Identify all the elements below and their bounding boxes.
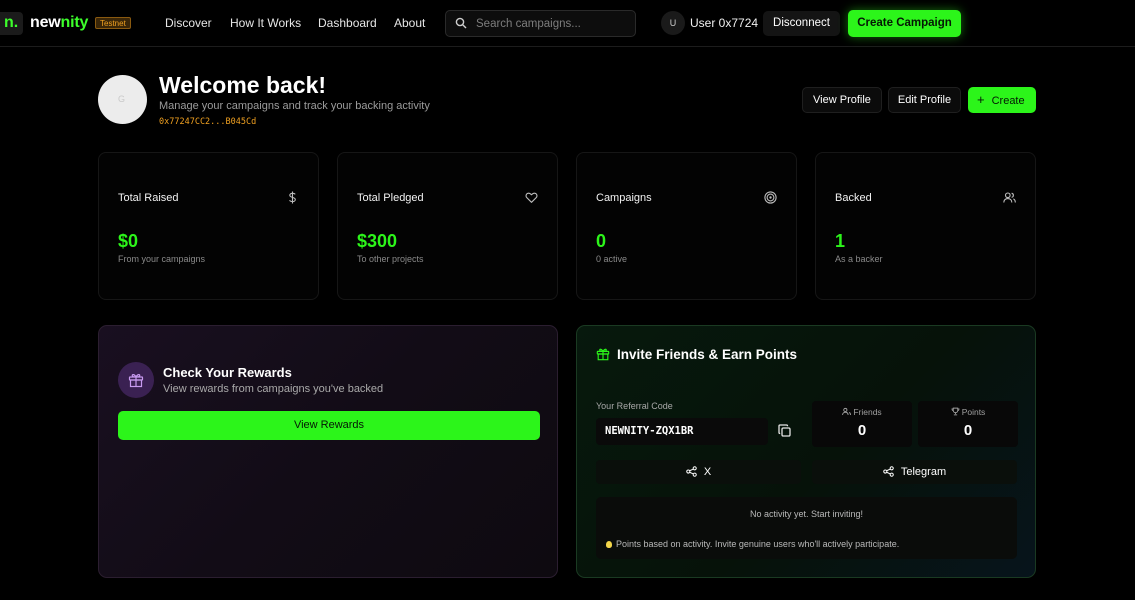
share-icon xyxy=(686,466,697,477)
search-input[interactable] xyxy=(476,16,626,32)
create-campaign-button[interactable]: Create Campaign xyxy=(848,10,961,37)
gift-icon xyxy=(128,373,144,388)
create-button[interactable]: + Create xyxy=(968,87,1036,113)
share-x-button[interactable]: X xyxy=(596,460,801,484)
logo-name-part1: new xyxy=(30,14,61,31)
stat-value: $300 xyxy=(357,231,398,251)
stat-title: Total Raised xyxy=(118,192,179,204)
friends-label: Friends xyxy=(812,407,912,417)
profile-avatar-initial: G xyxy=(118,94,126,104)
share-icon xyxy=(883,466,894,477)
referral-code-label: Your Referral Code xyxy=(596,401,673,411)
stat-card-total-pledged: Total Pledged $300 To other projects xyxy=(337,152,558,300)
rewards-subtitle: View rewards from campaigns you've backe… xyxy=(163,383,384,395)
plus-icon: + xyxy=(977,92,985,107)
stat-value: 1 xyxy=(835,231,846,251)
dollar-icon xyxy=(289,191,296,204)
share-x-label: X xyxy=(703,466,712,478)
rewards-title: Check Your Rewards xyxy=(163,365,292,380)
edit-profile-button[interactable]: Edit Profile xyxy=(888,87,961,113)
wallet-address[interactable]: 0x77247CC2...B045Cd xyxy=(159,117,256,127)
users-icon xyxy=(842,407,852,415)
lightbulb-icon xyxy=(606,541,612,548)
rewards-panel: Check Your Rewards View rewards from cam… xyxy=(98,325,558,578)
points-label-text: Points xyxy=(961,407,986,417)
logo-text[interactable]: newnity xyxy=(30,14,88,32)
target-icon xyxy=(764,191,777,204)
friends-stat: Friends 0 xyxy=(812,401,912,447)
points-label: Points xyxy=(918,407,1018,417)
logo-mark[interactable]: n. xyxy=(0,12,23,35)
trophy-icon xyxy=(951,407,960,416)
stat-subtext: To other projects xyxy=(357,254,424,264)
nav-link-how-it-works[interactable]: How It Works xyxy=(230,16,301,30)
stat-title: Campaigns xyxy=(596,192,652,204)
view-rewards-button[interactable]: View Rewards xyxy=(118,411,540,440)
users-icon xyxy=(1003,192,1016,203)
nav-link-dashboard[interactable]: Dashboard xyxy=(318,16,377,30)
copy-icon[interactable] xyxy=(777,423,793,439)
stat-card-total-raised: Total Raised $0 From your campaigns xyxy=(98,152,319,300)
page-title: Welcome back! xyxy=(159,72,327,98)
user-name[interactable]: User 0x7724 xyxy=(690,16,758,30)
share-telegram-label: Telegram xyxy=(900,466,947,478)
activity-box: No activity yet. Start inviting! Points … xyxy=(596,497,1017,559)
friends-label-text: Friends xyxy=(853,407,882,417)
referral-code-field[interactable]: NEWNITY-ZQX1BR xyxy=(596,418,768,445)
create-button-label: Create xyxy=(991,95,1025,107)
stat-title: Total Pledged xyxy=(357,192,424,204)
nav-link-about[interactable]: About xyxy=(394,16,425,30)
stat-value: $0 xyxy=(118,231,139,251)
view-profile-button[interactable]: View Profile xyxy=(802,87,882,113)
heart-icon xyxy=(525,192,538,203)
stat-value: 0 xyxy=(596,231,607,251)
stat-title: Backed xyxy=(835,192,872,204)
share-telegram-button[interactable]: Telegram xyxy=(812,460,1017,484)
nav-link-discover[interactable]: Discover xyxy=(165,16,212,30)
points-tip-text: Points based on activity. Invite genuine… xyxy=(616,539,900,549)
gift-icon-badge xyxy=(118,362,154,398)
stat-subtext: 0 active xyxy=(596,254,628,264)
top-nav: n. newnity Testnet Discover How It Works… xyxy=(0,0,1135,47)
invite-panel: Invite Friends & Earn Points Your Referr… xyxy=(576,325,1036,578)
stat-subtext: As a backer xyxy=(835,254,883,264)
stat-card-campaigns: Campaigns 0 0 active xyxy=(576,152,797,300)
stat-card-backed: Backed 1 As a backer xyxy=(815,152,1036,300)
friends-count: 0 xyxy=(857,422,867,439)
search-icon xyxy=(455,17,467,29)
empty-activity-text: No activity yet. Start inviting! xyxy=(749,509,864,519)
logo-name-part2: nity xyxy=(60,14,89,31)
disconnect-button[interactable]: Disconnect xyxy=(763,11,840,36)
stat-subtext: From your campaigns xyxy=(118,254,206,264)
points-count: 0 xyxy=(963,422,973,439)
invite-title: Invite Friends & Earn Points xyxy=(617,347,798,362)
testnet-badge: Testnet xyxy=(95,17,131,29)
user-avatar[interactable]: U xyxy=(661,11,685,35)
gift-icon xyxy=(596,348,610,361)
points-tip: Points based on activity. Invite genuine… xyxy=(606,539,899,549)
page-subtitle: Manage your campaigns and track your bac… xyxy=(159,100,430,112)
search-box xyxy=(445,10,636,37)
points-stat: Points 0 xyxy=(918,401,1018,447)
profile-avatar: G xyxy=(98,75,147,124)
